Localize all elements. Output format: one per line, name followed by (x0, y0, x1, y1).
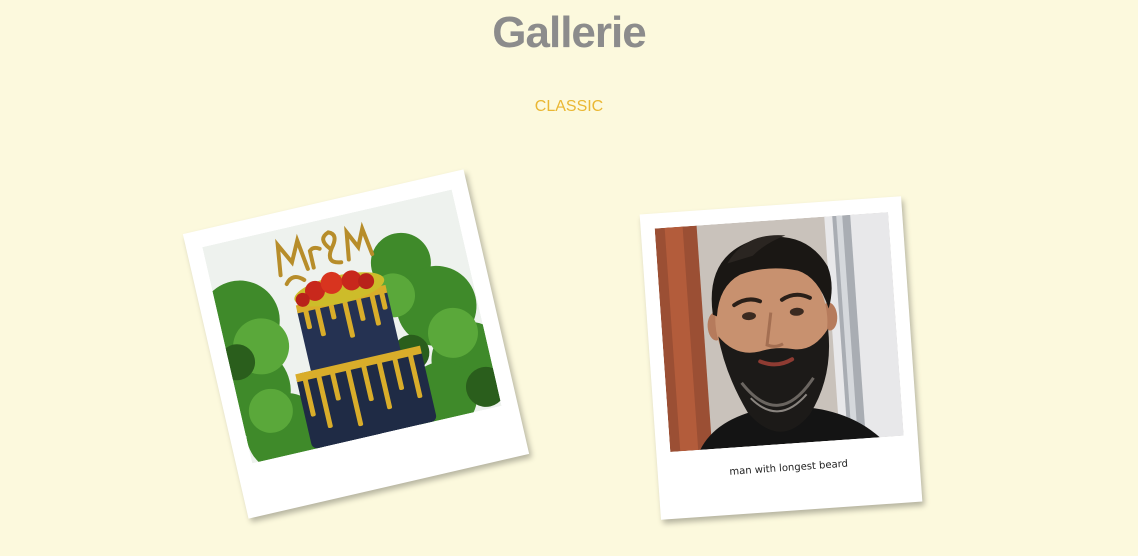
beard-photo (654, 212, 904, 452)
page-title: Gallerie (492, 8, 646, 57)
gallery-item-cake[interactable] (182, 169, 530, 519)
cake-photo (202, 189, 502, 464)
filter-classic-link[interactable]: CLASSIC (0, 98, 1138, 116)
photo-caption: man with longest beard (729, 458, 849, 478)
gallery-item-beard[interactable]: man with longest beard (639, 196, 923, 520)
